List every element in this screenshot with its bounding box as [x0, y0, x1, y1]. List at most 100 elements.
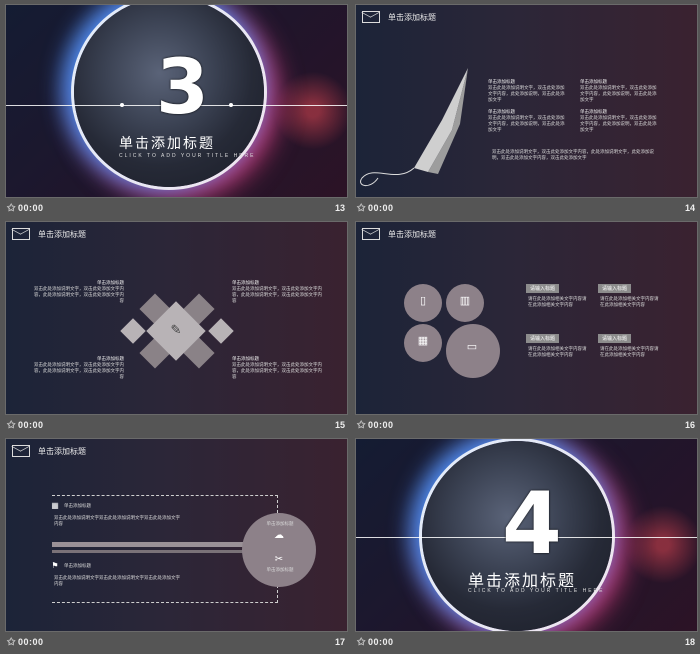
slide-meta: ✩ 00:00 16 [356, 418, 697, 434]
slide-header: 单击添加标题 [388, 230, 436, 239]
tag-text: 请在此处添加相关文字内容请在此添加相关文字内容 [528, 296, 587, 307]
text-block: 单击添加标题 双击此处添加说明文字，双击此处添加文字内容，此处添加说明文字，双击此… [34, 356, 124, 380]
slide-header: 单击添加标题 [38, 230, 86, 239]
slide-meta: ✩ 00:00 17 [6, 635, 347, 651]
block-text: 双击此处添加说明文字，双击此处添加文字内容，此处添加说明文字，双击此处添加文字内… [34, 286, 124, 303]
block-title: 单击添加标题 [97, 356, 124, 361]
slide-meta: ✩ 00:00 13 [6, 201, 347, 217]
flag-icon: ⚑ [51, 561, 59, 570]
bullet-block: 单击添加标题 双击此处添加说明文字，双击此处添加文字内容，此处添加说明，双击此处添… [488, 109, 568, 133]
title-tag[interactable]: 请输入标题 [526, 284, 560, 293]
text-block: 单击添加标题 双击此处添加说明文字，双击此处添加文字内容，此处添加说明文字，双击此… [34, 280, 124, 304]
tag-text: 请在此处添加相关文字内容请在此添加相关文字内容 [600, 296, 659, 307]
star-icon[interactable]: ✩ [7, 203, 15, 214]
slide-number: 13 [334, 203, 345, 213]
pencil-icon: ✎ [170, 322, 182, 337]
line-dot [120, 103, 124, 107]
star-icon[interactable]: ✩ [357, 203, 365, 214]
slide-thumbnail-14[interactable]: 单击添加标题 单击添加标题 双击此处添加说明文字，双击此处添加文字内容，此处添加说… [355, 4, 698, 220]
bullet-block: 单击添加标题 双击此处添加说明文字，双击此处添加文字内容，此处添加说明，双击此处添… [580, 109, 660, 133]
calendar-icon: ▦ [417, 335, 429, 347]
monitor-icon: ▭ [466, 341, 478, 353]
slide-number: 16 [684, 420, 695, 430]
bullet-title: 单击添加标题 [488, 79, 515, 84]
slide-meta: ✩ 00:00 15 [6, 418, 347, 434]
envelope-icon [12, 228, 30, 240]
envelope-icon [362, 228, 380, 240]
block-title: 单击添加标题 [97, 280, 124, 285]
slide-number: 17 [334, 637, 345, 647]
slide-18-canvas[interactable]: 4 单击添加标题 CLICK TO ADD YOUR TITLE HERE [355, 438, 698, 632]
row-text: 双击此处添加说明文字双击此处添加说明文字双击此处添加文字内容 [54, 575, 180, 586]
slide-thumbnail-18[interactable]: 4 单击添加标题 CLICK TO ADD YOUR TITLE HERE ✩ … [355, 438, 698, 654]
text-block: 单击添加标题 双击此处添加说明文字，双击此处添加文字内容，此处添加说明文字，双击此… [232, 280, 322, 304]
diamond-shape [208, 318, 234, 344]
diamond-shape [120, 318, 146, 344]
slide-number: 15 [334, 420, 345, 430]
slide-15-canvas[interactable]: 单击添加标题 ✎ 单击添加标题 双击此处添加说明文字，双击此处添加文字内容，此处添… [5, 221, 348, 415]
slide-number: 14 [684, 203, 695, 213]
block-text: 双击此处添加说明文字，双击此处添加文字内容，此处添加说明文字，双击此处添加文字内… [232, 286, 322, 303]
star-icon[interactable]: ✩ [357, 420, 365, 431]
row-text: 双击此处添加说明文字双击此处添加说明文字双击此处添加文字内容 [54, 515, 180, 526]
bullet-text: 双击此处添加说明文字，双击此处添加文字内容，此处添加说明，双击此处添加文字 [580, 115, 657, 132]
bullet-title: 单击添加标题 [580, 109, 607, 114]
slide-14-canvas[interactable]: 单击添加标题 单击添加标题 双击此处添加说明文字，双击此处添加文字内容，此处添加说… [355, 4, 698, 198]
big-number: 3 [156, 42, 209, 131]
big-number: 4 [502, 474, 562, 574]
slide-17-canvas[interactable]: 单击添加标题 单击添加标题 单击添加标题 ☁ ✂ ▦ 单击添加标题 双击此处添加… [5, 438, 348, 632]
bullet-text: 双击此处添加说明文字，双击此处添加文字内容，此处添加说明，双击此处添加文字 [488, 85, 565, 102]
paragraph: 双击此处添加说明文字，双击此处添加文字内容，此处添加说明文字，此处添加说明，双击… [492, 149, 654, 160]
slide-header: 单击添加标题 [388, 13, 436, 22]
title-tag[interactable]: 请输入标题 [526, 334, 560, 343]
slide-13-canvas[interactable]: 3 单击添加标题 CLICK TO ADD YOUR TITLE HERE [5, 4, 348, 198]
calculator-icon: ▦ [51, 501, 59, 510]
bar-chart-icon: ▥ [459, 295, 471, 307]
text-block: 单击添加标题 双击此处添加说明文字，双击此处添加文字内容，此处添加说明文字，双击此… [232, 356, 322, 380]
bullet-title: 单击添加标题 [488, 109, 515, 114]
slide-time: 00:00 [18, 637, 44, 647]
bullet-title: 单击添加标题 [580, 79, 607, 84]
bullet-block: 单击添加标题 双击此处添加说明文字，双击此处添加文字内容，此处添加说明，双击此处添… [580, 79, 660, 103]
circle-label: 单击添加标题 [266, 567, 294, 572]
slide-meta: ✩ 00:00 14 [356, 201, 697, 217]
cloud-icon: ☁ [274, 530, 284, 541]
circle-label: 单击添加标题 [266, 521, 294, 526]
title-tag[interactable]: 请输入标题 [598, 284, 632, 293]
tag-text: 请在此处添加相关文字内容请在此添加相关文字内容 [600, 346, 659, 357]
title-tag[interactable]: 请输入标题 [598, 334, 632, 343]
slide-16-canvas[interactable]: 单击添加标题 ▯ ▥ ▦ ▭ 请输入标题 请在此处添加相关文字内容请在此添加相关… [355, 221, 698, 415]
row-title: 单击添加标题 [64, 503, 91, 508]
slide-time: 00:00 [368, 203, 394, 213]
bullet-text: 双击此处添加说明文字，双击此处添加文字内容，此处添加说明，双击此处添加文字 [488, 115, 565, 132]
pen-illustration [360, 68, 468, 186]
slide-thumbnail-16[interactable]: 单击添加标题 ▯ ▥ ▦ ▭ 请输入标题 请在此处添加相关文字内容请在此添加相关… [355, 221, 698, 437]
phone-icon: ▯ [419, 295, 427, 307]
line-dot [229, 103, 233, 107]
envelope-icon [12, 445, 30, 457]
tag-text: 请在此处添加相关文字内容请在此添加相关文字内容 [528, 346, 587, 357]
bullet-block: 单击添加标题 双击此处添加说明文字，双击此处添加文字内容，此处添加说明，双击此处添… [488, 79, 568, 103]
slide-thumbnail-15[interactable]: 单击添加标题 ✎ 单击添加标题 双击此处添加说明文字，双击此处添加文字内容，此处添… [5, 221, 348, 437]
slide-thumbnail-17[interactable]: 单击添加标题 单击添加标题 单击添加标题 ☁ ✂ ▦ 单击添加标题 双击此处添加… [5, 438, 348, 654]
bullet-text: 双击此处添加说明文字，双击此处添加文字内容，此处添加说明，双击此处添加文字 [580, 85, 657, 102]
star-icon[interactable]: ✩ [357, 637, 365, 648]
envelope-icon [362, 11, 380, 23]
slide-thumbnail-13[interactable]: 3 单击添加标题 CLICK TO ADD YOUR TITLE HERE ✩ … [5, 4, 348, 220]
block-text: 双击此处添加说明文字，双击此处添加文字内容，此处添加说明文字，双击此处添加文字内… [34, 362, 124, 379]
slide-number: 18 [684, 637, 695, 647]
star-icon[interactable]: ✩ [7, 637, 15, 648]
slide-time: 00:00 [368, 420, 394, 430]
slide-header: 单击添加标题 [38, 447, 86, 456]
slide-title: 单击添加标题 [119, 135, 215, 151]
slide-time: 00:00 [18, 203, 44, 213]
star-icon[interactable]: ✩ [7, 420, 15, 431]
slide-subtitle: CLICK TO ADD YOUR TITLE HERE [468, 588, 605, 594]
block-text: 双击此处添加说明文字，双击此处添加文字内容，此处添加说明文字，双击此处添加文字内… [232, 362, 322, 379]
slide-subtitle: CLICK TO ADD YOUR TITLE HERE [119, 153, 256, 159]
slide-time: 00:00 [18, 420, 44, 430]
block-title: 单击添加标题 [232, 280, 259, 285]
tools-icon: ✂ [274, 554, 284, 565]
row-title: 单击添加标题 [64, 563, 91, 568]
block-title: 单击添加标题 [232, 356, 259, 361]
